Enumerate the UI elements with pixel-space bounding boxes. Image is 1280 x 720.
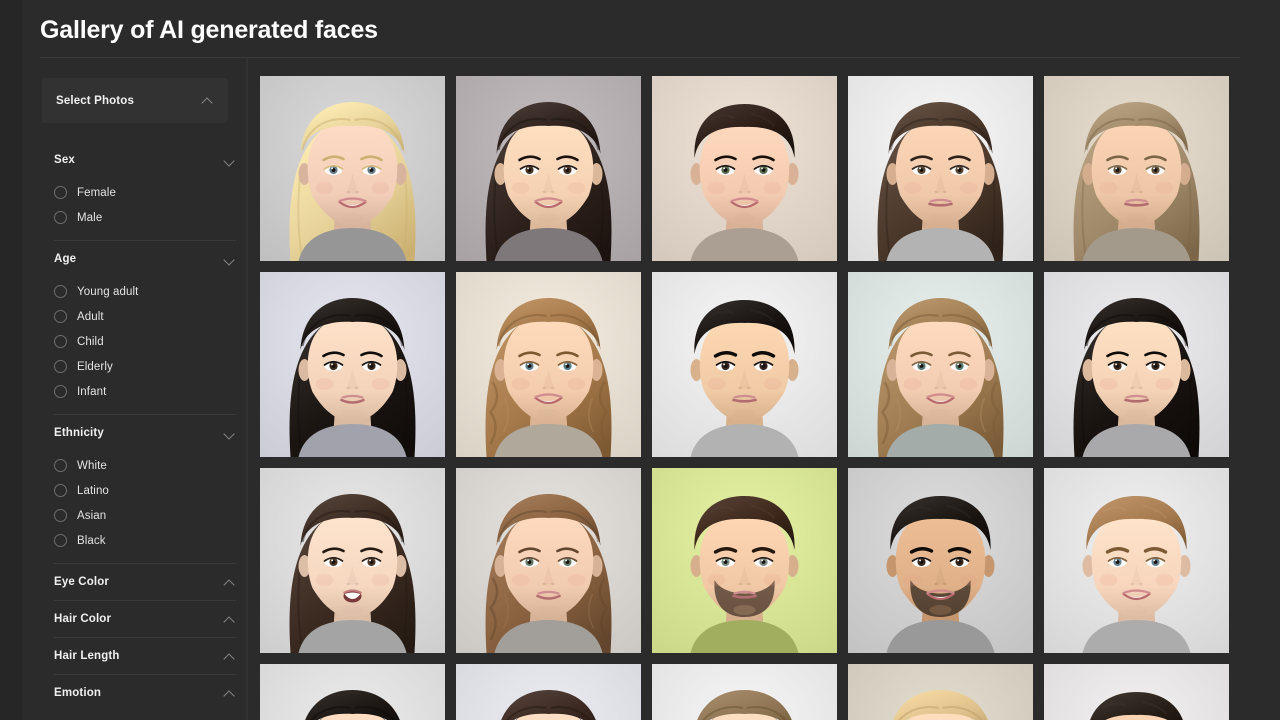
filter-section-header-ethnicity[interactable]: Ethnicity	[42, 415, 248, 451]
filter-options-ethnicity: White Latino Asian Black	[42, 451, 248, 563]
chevron-up-icon	[223, 576, 236, 589]
chevron-down-icon	[223, 427, 236, 440]
filter-section-eye-color: Eye Color	[42, 564, 248, 600]
photo-tile[interactable]	[456, 76, 641, 261]
filter-option-age-4[interactable]: Infant	[54, 379, 248, 404]
radio-icon[interactable]	[54, 459, 67, 472]
photo-tile[interactable]	[260, 272, 445, 457]
left-rail	[0, 0, 22, 720]
filter-section-header-hair-length[interactable]: Hair Length	[42, 638, 248, 674]
filter-section-header-emotion[interactable]: Emotion	[42, 675, 248, 711]
filter-options-age: Young adult Adult Child Elderly Infant	[42, 277, 248, 414]
filter-section-emotion: Emotion	[42, 675, 248, 711]
photo-tile[interactable]	[1044, 468, 1229, 653]
radio-icon[interactable]	[54, 509, 67, 522]
filter-option-label: Asian	[77, 509, 107, 522]
filter-option-label: Adult	[77, 310, 104, 323]
filter-section-title: Hair Length	[54, 650, 120, 662]
filter-section-header-sex[interactable]: Sex	[42, 142, 248, 178]
filter-section-ethnicity: Ethnicity White Latino Asian Black	[42, 415, 248, 563]
photo-tile[interactable]	[456, 468, 641, 653]
chevron-up-icon	[223, 687, 236, 700]
page-title: Gallery of AI generated faces	[40, 16, 378, 44]
radio-icon[interactable]	[54, 285, 67, 298]
photo-tile[interactable]	[652, 76, 837, 261]
radio-icon[interactable]	[54, 534, 67, 547]
photo-tile[interactable]	[652, 272, 837, 457]
chevron-down-icon	[223, 253, 236, 266]
photo-tile[interactable]	[260, 76, 445, 261]
photo-tile[interactable]	[456, 272, 641, 457]
filter-option-label: Elderly	[77, 360, 113, 373]
page-header: Gallery of AI generated faces	[0, 0, 1280, 58]
radio-icon[interactable]	[54, 211, 67, 224]
photo-grid	[260, 76, 1240, 720]
filter-section-hair-length: Hair Length	[42, 638, 248, 674]
filter-option-age-0[interactable]: Young adult	[54, 279, 248, 304]
filter-section-header-age[interactable]: Age	[42, 241, 248, 277]
chevron-up-icon	[201, 94, 214, 107]
photo-tile[interactable]	[260, 664, 445, 720]
filter-option-label: Child	[77, 335, 104, 348]
photo-tile[interactable]	[848, 468, 1033, 653]
filter-option-label: Male	[77, 211, 103, 224]
photo-tile[interactable]	[652, 664, 837, 720]
filter-sidebar: Select Photos Sex Female Male Age Young adul…	[22, 58, 248, 720]
photo-tile[interactable]	[1044, 76, 1229, 261]
photo-tile[interactable]	[260, 468, 445, 653]
filter-section-header-hair-color[interactable]: Hair Color	[42, 601, 248, 637]
filter-section-age: Age Young adult Adult Child Elderly Infant	[42, 241, 248, 414]
filter-option-label: Infant	[77, 385, 107, 398]
filter-section-hair-color: Hair Color	[42, 601, 248, 637]
radio-icon[interactable]	[54, 186, 67, 199]
photo-tile[interactable]	[1044, 272, 1229, 457]
filter-option-label: Black	[77, 534, 106, 547]
sidebar-divider	[246, 58, 248, 720]
filter-section-title: Age	[54, 253, 77, 265]
radio-icon[interactable]	[54, 335, 67, 348]
gallery-app: Gallery of AI generated faces Select Pho…	[0, 0, 1280, 720]
photo-tile[interactable]	[456, 664, 641, 720]
filter-option-label: Latino	[77, 484, 109, 497]
filter-option-sex-0[interactable]: Female	[54, 180, 248, 205]
filter-section-sex: Sex Female Male	[42, 142, 248, 240]
filter-option-age-1[interactable]: Adult	[54, 304, 248, 329]
filter-option-ethnicity-2[interactable]: Asian	[54, 503, 248, 528]
filter-section-title: Sex	[54, 154, 75, 166]
chevron-up-icon	[223, 613, 236, 626]
filter-section-title: Ethnicity	[54, 427, 104, 439]
filter-option-sex-1[interactable]: Male	[54, 205, 248, 230]
filter-section-title: Emotion	[54, 687, 102, 699]
radio-icon[interactable]	[54, 484, 67, 497]
photo-tile[interactable]	[848, 76, 1033, 261]
select-photos-label: Select Photos	[56, 94, 134, 107]
select-photos-toggle[interactable]: Select Photos	[42, 78, 228, 123]
photo-tile[interactable]	[1044, 664, 1229, 720]
filter-option-age-3[interactable]: Elderly	[54, 354, 248, 379]
chevron-up-icon	[223, 650, 236, 663]
filter-option-ethnicity-3[interactable]: Black	[54, 528, 248, 553]
filter-option-ethnicity-0[interactable]: White	[54, 453, 248, 478]
filter-options-sex: Female Male	[42, 178, 248, 240]
filter-option-ethnicity-1[interactable]: Latino	[54, 478, 248, 503]
filter-section-title: Hair Color	[54, 613, 112, 625]
filter-section-title: Eye Color	[54, 576, 110, 588]
filter-option-label: Female	[77, 186, 116, 199]
chevron-down-icon	[223, 154, 236, 167]
radio-icon[interactable]	[54, 385, 67, 398]
radio-icon[interactable]	[54, 360, 67, 373]
photo-tile[interactable]	[848, 272, 1033, 457]
filter-option-label: White	[77, 459, 107, 472]
filter-section-header-eye-color[interactable]: Eye Color	[42, 564, 248, 600]
filter-sections: Sex Female Male Age Young adult Adult Child Eld…	[42, 142, 248, 711]
photo-tile[interactable]	[652, 468, 837, 653]
filter-option-label: Young adult	[77, 285, 139, 298]
radio-icon[interactable]	[54, 310, 67, 323]
filter-option-age-2[interactable]: Child	[54, 329, 248, 354]
photo-tile[interactable]	[848, 664, 1033, 720]
